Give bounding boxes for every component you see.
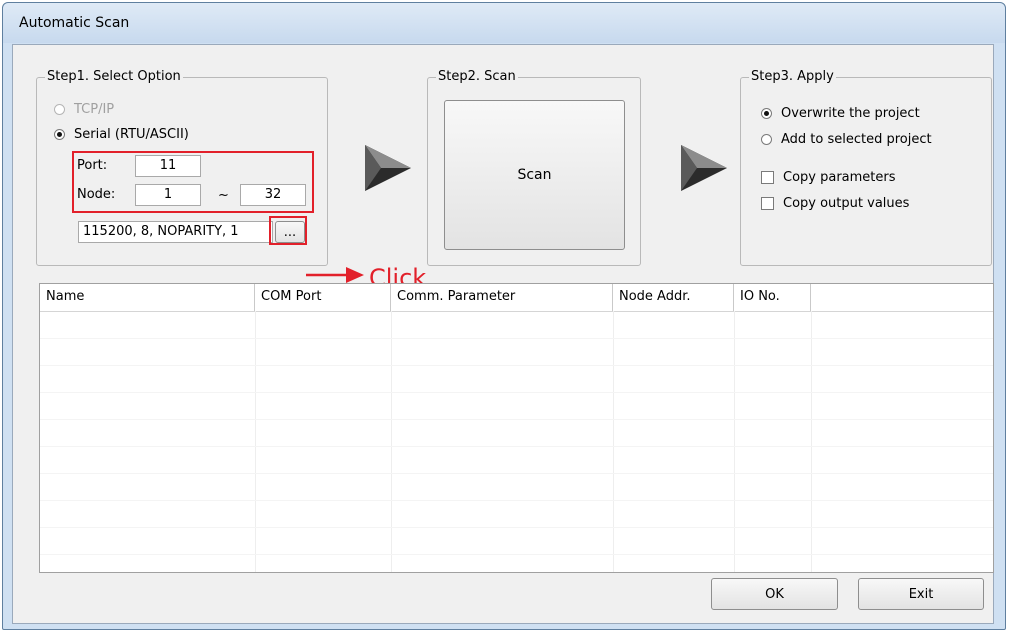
- column-divider: [613, 311, 614, 572]
- window-title: Automatic Scan: [19, 15, 130, 31]
- column-divider: [255, 311, 256, 572]
- copy-output-values-checkbox[interactable]: Copy output values: [761, 196, 909, 211]
- column-header-com-port[interactable]: COM Port: [255, 284, 391, 311]
- ok-button[interactable]: OK: [711, 578, 838, 610]
- radio-checked-icon: [761, 108, 772, 119]
- column-divider: [391, 311, 392, 572]
- port-node-highlight-box: [72, 151, 314, 213]
- row-gridline: [40, 446, 993, 447]
- row-gridline: [40, 473, 993, 474]
- scan-results-table[interactable]: Name COM Port Comm. Parameter Node Addr.…: [39, 283, 994, 573]
- step1-group: Step1. Select Option TCP/IP Serial (RTU/…: [36, 69, 328, 266]
- serial-label: Serial (RTU/ASCII): [74, 127, 189, 142]
- step1-legend: Step1. Select Option: [45, 69, 183, 84]
- add-to-project-label: Add to selected project: [781, 132, 932, 147]
- step3-legend: Step3. Apply: [749, 69, 836, 84]
- copy-parameters-checkbox[interactable]: Copy parameters: [761, 170, 896, 185]
- title-bar[interactable]: Automatic Scan: [3, 3, 1005, 43]
- radio-icon: [761, 134, 772, 145]
- row-gridline: [40, 338, 993, 339]
- overwrite-project-radio[interactable]: Overwrite the project: [761, 106, 920, 121]
- overwrite-project-label: Overwrite the project: [781, 106, 920, 121]
- add-to-project-radio[interactable]: Add to selected project: [761, 132, 932, 147]
- row-gridline: [40, 365, 993, 366]
- play-triangle-icon: [681, 145, 727, 191]
- table-header: Name COM Port Comm. Parameter Node Addr.…: [40, 284, 993, 312]
- step2-legend: Step2. Scan: [436, 69, 518, 84]
- checkbox-icon: [761, 197, 774, 210]
- column-header-io-no[interactable]: IO No.: [734, 284, 811, 311]
- play-triangle-icon: [365, 145, 411, 191]
- column-header-comm-parameter[interactable]: Comm. Parameter: [391, 284, 613, 311]
- radio-checked-icon: [54, 129, 65, 140]
- browse-highlight-box: [269, 216, 307, 245]
- scan-button[interactable]: Scan: [444, 100, 625, 250]
- radio-icon: [54, 104, 65, 115]
- automatic-scan-dialog: Automatic Scan Step1. Select Option TCP/…: [2, 2, 1006, 630]
- serial-radio[interactable]: Serial (RTU/ASCII): [54, 127, 189, 142]
- row-gridline: [40, 554, 993, 555]
- step2-group: Step2. Scan Scan: [427, 69, 641, 266]
- row-gridline: [40, 500, 993, 501]
- row-gridline: [40, 527, 993, 528]
- column-header-node-addr[interactable]: Node Addr.: [613, 284, 734, 311]
- comm-params-field: 115200, 8, NOPARITY, 1: [78, 221, 273, 243]
- exit-button[interactable]: Exit: [858, 578, 984, 610]
- tcpip-radio[interactable]: TCP/IP: [54, 102, 114, 117]
- column-divider: [811, 311, 812, 572]
- copy-output-values-label: Copy output values: [783, 196, 910, 211]
- checkbox-icon: [761, 171, 774, 184]
- dialog-client-area: Step1. Select Option TCP/IP Serial (RTU/…: [12, 44, 994, 624]
- step3-group: Step3. Apply Overwrite the project Add t…: [740, 69, 992, 266]
- copy-parameters-label: Copy parameters: [783, 170, 896, 185]
- tcpip-label: TCP/IP: [74, 102, 115, 117]
- column-header-name[interactable]: Name: [40, 284, 255, 311]
- column-divider: [734, 311, 735, 572]
- row-gridline: [40, 392, 993, 393]
- row-gridline: [40, 419, 993, 420]
